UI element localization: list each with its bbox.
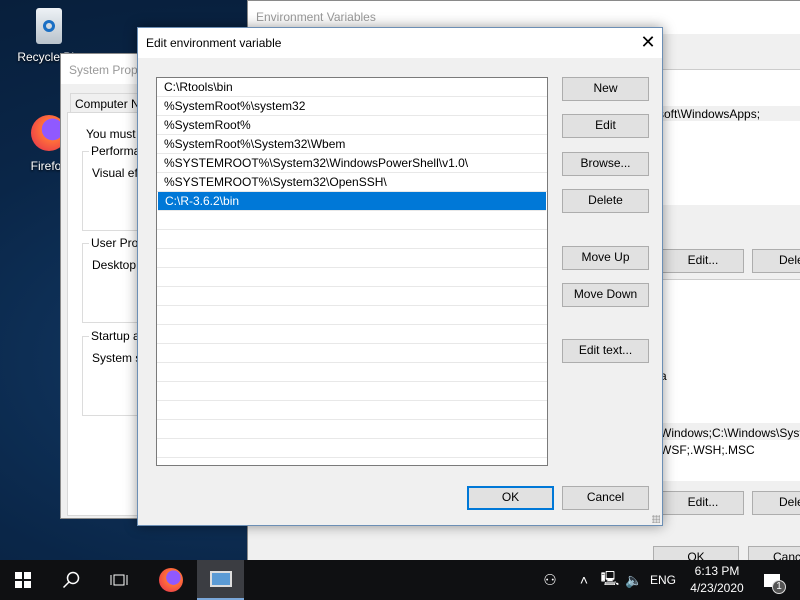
path-entry-row[interactable] <box>157 287 547 306</box>
path-entry-row[interactable]: %SystemRoot%\System32\Wbem <box>157 135 547 154</box>
search-icon <box>62 571 80 589</box>
path-entry-row[interactable]: %SystemRoot%\system32 <box>157 97 547 116</box>
resize-grip-icon[interactable] <box>652 515 660 523</box>
taskbar: ⚇ ˄ 🖳 🔈 ENG 6:13 PM 4/23/2020 1 <box>0 560 800 600</box>
volume-icon[interactable]: 🔈 <box>622 560 646 600</box>
move-down-button[interactable]: Move Down <box>562 283 649 307</box>
windows-logo-icon <box>15 572 31 588</box>
cancel-button[interactable]: Cancel <box>562 486 649 510</box>
window-title: Environment Variables <box>256 10 376 24</box>
path-entry-row[interactable] <box>157 420 547 439</box>
path-entry-row[interactable] <box>157 382 547 401</box>
action-center-button[interactable]: 1 <box>752 560 792 600</box>
edit-button[interactable]: Edit <box>562 114 649 138</box>
path-entry-row[interactable] <box>157 306 547 325</box>
path-entries-list[interactable]: C:\Rtools\bin %SystemRoot%\system32 %Syste… <box>156 77 548 466</box>
path-entry-row[interactable] <box>157 401 547 420</box>
path-entry-row[interactable] <box>157 344 547 363</box>
recycle-bin-icon <box>36 8 62 44</box>
user-variables-list[interactable]: soft\WindowsApps; <box>648 69 800 205</box>
clock-time: 6:13 PM <box>694 564 740 578</box>
system-delete-button[interactable]: Delete <box>752 491 800 515</box>
close-icon[interactable]: ✕ <box>634 30 662 54</box>
ok-button[interactable]: OK <box>467 486 554 510</box>
move-up-button[interactable]: Move Up <box>562 246 649 270</box>
path-entry-row[interactable]: %SYSTEMROOT%\System32\OpenSSH\ <box>157 173 547 192</box>
delete-button[interactable]: Delete <box>562 189 649 213</box>
path-entry-row[interactable] <box>157 211 547 230</box>
system-edit-button[interactable]: Edit... <box>662 491 744 515</box>
path-entry-row[interactable] <box>157 230 547 249</box>
user-edit-button[interactable]: Edit... <box>662 249 744 273</box>
notification-count: 1 <box>772 579 786 594</box>
dialog-title: Edit environment variable <box>146 36 282 50</box>
list-cell: WSF;.WSH;.MSC <box>660 443 755 457</box>
path-entry-row[interactable]: C:\R-3.6.2\bin <box>158 192 546 211</box>
language-indicator[interactable]: ENG <box>648 560 678 600</box>
task-view-icon <box>110 574 128 586</box>
path-entry-row[interactable] <box>157 325 547 344</box>
system-properties-icon <box>209 571 232 587</box>
notification-icon: 1 <box>764 573 786 594</box>
clock[interactable]: 6:13 PM 4/23/2020 <box>682 563 752 597</box>
edit-text-button[interactable]: Edit text... <box>562 339 649 363</box>
edit-environment-variable-dialog: Edit environment variable ✕ C:\Rtools\bi… <box>137 27 663 526</box>
path-entry-row[interactable]: %SYSTEMROOT%\System32\WindowsPowerShell\… <box>157 154 547 173</box>
browse-button[interactable]: Browse... <box>562 152 649 176</box>
network-icon[interactable]: 🖳 <box>598 560 622 600</box>
list-cell: Windows;C:\Windows\System <box>648 415 800 440</box>
path-entry-row[interactable] <box>157 268 547 287</box>
path-entry-row[interactable] <box>157 249 547 268</box>
path-entry-row[interactable] <box>157 363 547 382</box>
new-button[interactable]: New <box>562 77 649 101</box>
task-view-button[interactable] <box>96 560 142 600</box>
taskbar-system-properties[interactable] <box>197 560 244 600</box>
show-hidden-icons-chevron-up-icon[interactable]: ˄ <box>572 560 596 600</box>
taskbar-firefox[interactable] <box>148 560 194 600</box>
list-cell: soft\WindowsApps; <box>648 70 800 121</box>
system-variables-list-lower[interactable]: Windows;C:\Windows\System WSF;.WSH;.MSC <box>648 415 800 481</box>
people-icon[interactable]: ⚇ <box>530 560 570 600</box>
path-entry-row[interactable] <box>157 439 547 458</box>
user-delete-button[interactable]: Delete <box>752 249 800 273</box>
clock-date: 4/23/2020 <box>690 581 744 595</box>
start-button[interactable] <box>0 560 46 600</box>
path-entry-row[interactable]: C:\Rtools\bin <box>157 78 547 97</box>
firefox-icon <box>159 568 183 592</box>
path-entry-row[interactable]: %SystemRoot% <box>157 116 547 135</box>
search-button[interactable] <box>48 560 94 600</box>
